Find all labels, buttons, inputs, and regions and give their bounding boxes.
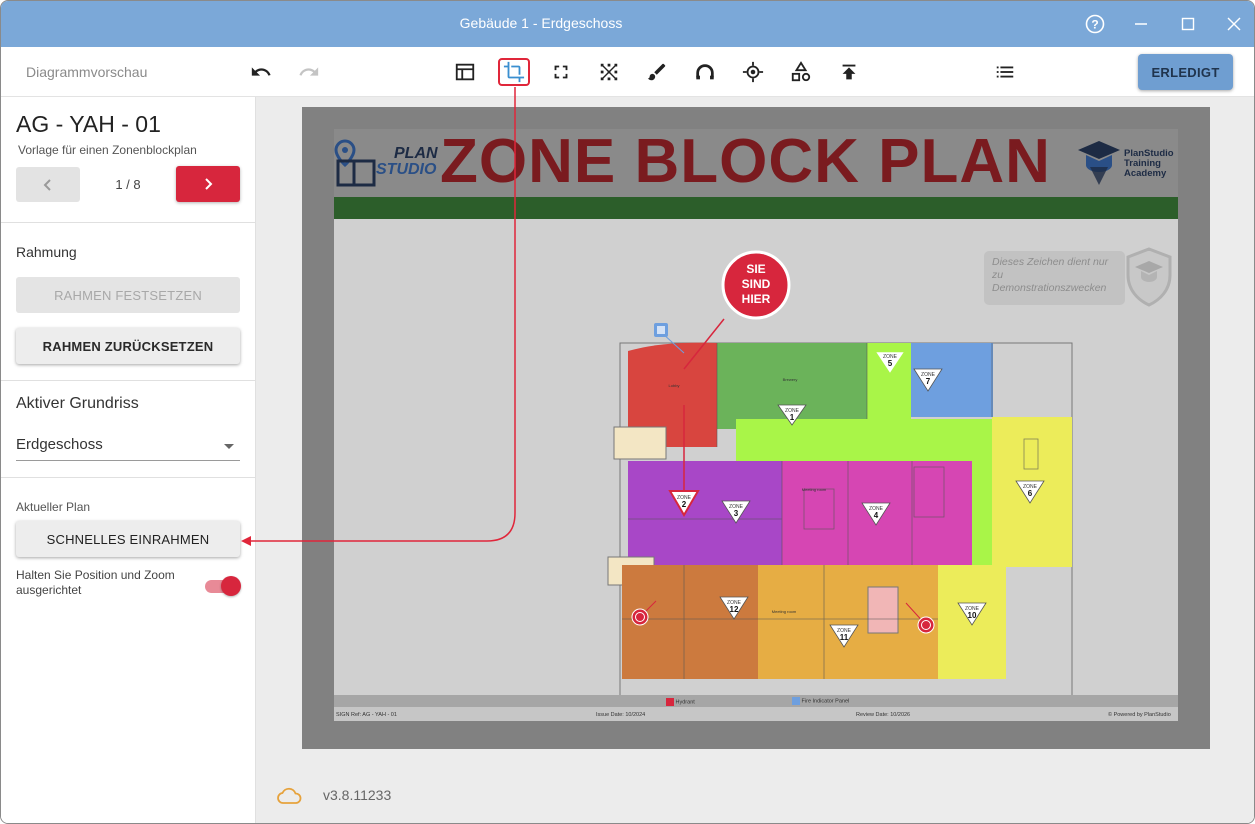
list-icon[interactable] [989,58,1021,86]
academy-line: Academy [1124,168,1167,179]
arc-icon[interactable] [689,58,721,86]
title-bar: Gebäude 1 - Erdgeschoss ? [1,1,1254,47]
sign-footer: Hydrant Fire Indicator Panel SIGN Ref: A… [334,695,1178,721]
sign-preview[interactable]: PLAN STUDIO ZONE BLOCK PLAN PlanStudio T… [302,107,1210,749]
floor-plan-area: Dieses Zeichen dient nur zu Demonstratio… [334,219,1178,695]
next-page-button[interactable] [176,166,240,202]
brush-icon[interactable] [641,58,673,86]
chevron-left-icon [43,178,51,191]
academy-text: PlanStudio Training Academy [1124,149,1174,179]
you-are-here-line: SIE [746,262,765,276]
you-are-here-line: HIER [742,292,771,306]
header-green-bar [334,197,1178,219]
divider [1,222,255,223]
undo-icon[interactable] [245,58,277,86]
footer-issue-date: Issue Date: 10/2024 [596,712,646,718]
svg-text:7: 7 [926,377,931,386]
redo-icon[interactable] [293,58,325,86]
sidebar: AG - YAH - 01 Vorlage für einen Zonenblo… [1,97,256,823]
graduation-cap-icon [1078,141,1120,185]
svg-text:1: 1 [790,413,795,422]
sign-header: PLAN STUDIO ZONE BLOCK PLAN PlanStudio T… [334,129,1178,199]
svg-text:5: 5 [888,359,893,368]
you-are-here-line: SIND [742,277,771,291]
footer-legend-bar [334,695,1178,707]
close-icon[interactable] [1219,9,1249,39]
crop-icon[interactable] [498,58,530,86]
svg-text:3: 3 [734,509,739,518]
location-pin-icon [334,139,376,187]
room-label: Brewery [783,377,798,382]
floor-select-value: Erdgeschoss [16,436,103,453]
toolbar: Diagrammvorschau ERLEDIGT [1,47,1254,97]
room-label: Lobby [669,383,680,388]
grid-icon[interactable] [593,58,625,86]
dropdown-caret-icon [224,444,234,449]
toggle-knob [221,576,241,596]
page-indicator: 1 / 8 [115,177,141,192]
legend-fire-panel-label: Fire Indicator Panel [801,698,850,705]
svg-text:10: 10 [968,611,977,620]
svg-text:?: ? [1091,18,1098,32]
upload-icon[interactable] [833,58,865,86]
help-icon[interactable]: ? [1080,9,1110,39]
app-window: Gebäude 1 - Erdgeschoss ? Diagrammvorsch… [0,0,1255,824]
academy-logo: PlanStudio Training Academy [1076,137,1180,187]
footer-review-date: Review Date: 10/2026 [856,712,911,718]
preview-area: PLAN STUDIO ZONE BLOCK PLAN PlanStudio T… [256,97,1254,823]
fullscreen-icon[interactable] [545,58,577,86]
layout-icon[interactable] [449,58,481,86]
footer-sign-ref: SIGN Ref: AG - YAH - 01 [336,712,397,718]
preview-label: Diagrammvorschau [26,64,148,80]
legend-fire-panel: Fire Indicator Panel [792,697,862,705]
room-label: Meeting room [772,609,797,614]
version-label: v3.8.11233 [323,787,392,803]
floor-plan: ZONE 1 ZONE 2 ZONE 3 ZONE 4 ZONE 5 ZONE … [607,250,1073,695]
svg-text:2: 2 [682,500,687,509]
divider [1,380,255,381]
shapes-icon[interactable] [785,58,817,86]
keep-aligned-toggle[interactable] [205,576,241,596]
svg-text:6: 6 [1028,489,1033,498]
chevron-right-icon [205,178,213,190]
set-frame-button[interactable]: RAHMEN FESTSETZEN [16,277,240,313]
window-title: Gebäude 1 - Erdgeschoss [459,15,623,31]
legend-hydrant: Hydrant [666,698,736,706]
plan-subtitle: Vorlage für einen Zonenblockplan [18,143,197,157]
sign-title: ZONE BLOCK PLAN [440,127,1051,196]
legend-hydrant-label: Hydrant [675,699,695,706]
sign-sheet: PLAN STUDIO ZONE BLOCK PLAN PlanStudio T… [334,129,1178,721]
framing-title: Rahmung [16,244,77,260]
svg-text:4: 4 [874,511,879,520]
reset-frame-button[interactable]: RAHMEN ZURÜCKSETZEN [16,328,240,364]
svg-text:12: 12 [730,605,739,614]
svg-text:11: 11 [840,633,849,642]
planstudio-logo: PLAN STUDIO [334,139,438,189]
target-icon[interactable] [737,58,769,86]
minimize-icon[interactable] [1126,9,1156,39]
active-floor-title: Aktiver Grundriss [16,395,139,412]
room-label: Meeting room [802,487,827,492]
floor-select[interactable]: Erdgeschoss [16,431,240,461]
current-plan-title: Aktueller Plan [16,500,91,514]
quick-frame-button[interactable]: SCHNELLES EINRAHMEN [16,521,240,557]
keep-aligned-label: Halten Sie Position und Zoom ausgerichte… [16,568,175,597]
plan-name: AG - YAH - 01 [16,111,161,137]
footer-powered-by: © Powered by PlanStudio [1108,712,1171,718]
maximize-icon[interactable] [1173,9,1203,39]
logo-studio-text: STUDIO [376,161,437,178]
cloud-icon[interactable] [276,787,302,805]
done-button[interactable]: ERLEDIGT [1138,54,1233,90]
previous-page-button[interactable] [16,167,80,202]
divider [1,477,255,478]
